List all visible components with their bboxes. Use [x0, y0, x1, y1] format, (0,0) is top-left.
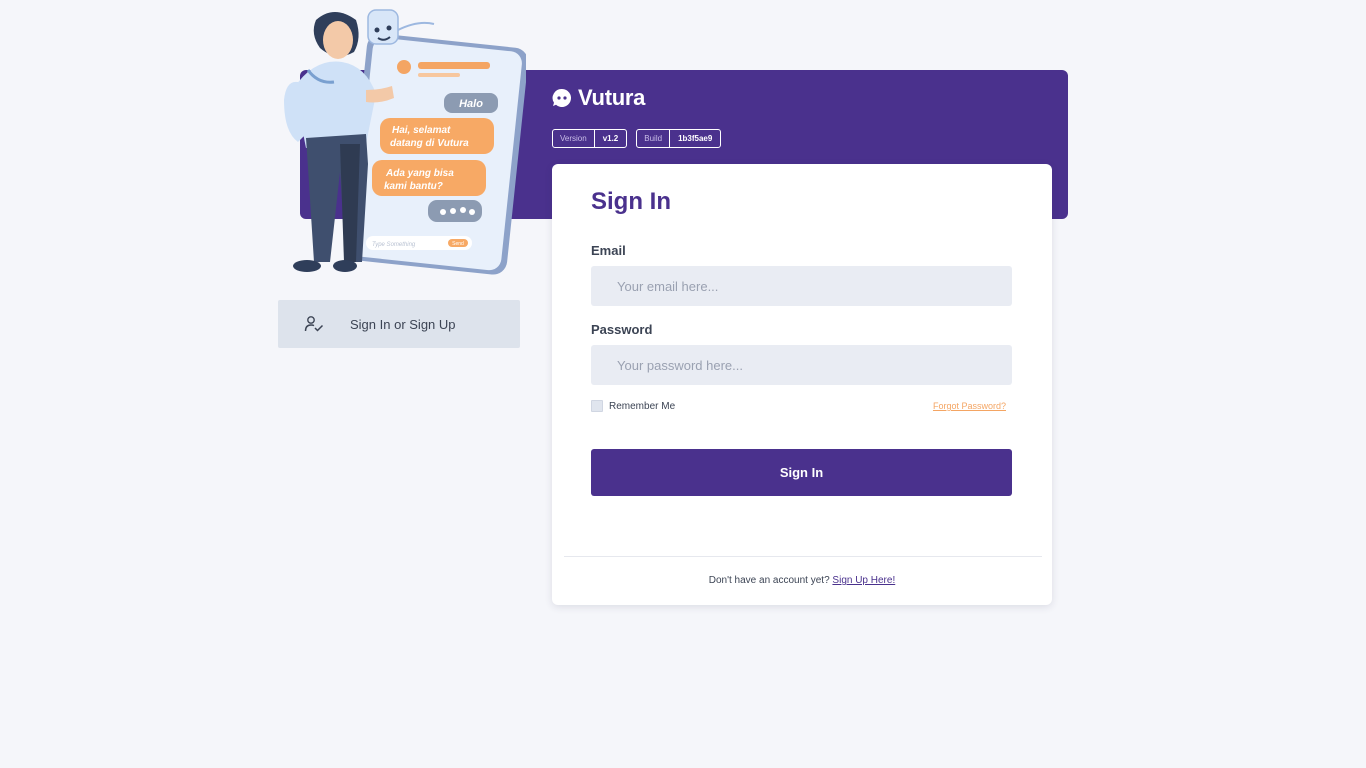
password-field[interactable]	[591, 345, 1012, 385]
version-tags: Version v1.2 Build 1b3f5ae9	[552, 129, 722, 148]
remember-me-label: Remember Me	[609, 400, 676, 412]
sign-up-link[interactable]: Sign Up Here!	[832, 575, 895, 586]
version-tag: Version v1.2	[552, 129, 628, 148]
bubble-greeting-line1: Hai, selamat	[392, 125, 451, 136]
version-value: v1.2	[602, 134, 619, 143]
page-title: Sign In	[591, 188, 671, 215]
build-tag: Build 1b3f5ae9	[636, 129, 722, 148]
bubble-greeting-line2: datang di Vutura	[390, 138, 469, 149]
forgot-password-link[interactable]: Forgot Password?	[933, 401, 1006, 411]
build-value: 1b3f5ae9	[678, 134, 713, 143]
user-check-icon	[304, 316, 324, 332]
build-key: Build	[637, 130, 671, 147]
bubble-help-line2: kami bantu?	[384, 181, 443, 192]
chat-input-placeholder: Type Something	[372, 242, 416, 248]
version-key: Version	[553, 130, 595, 147]
email-field[interactable]	[591, 266, 1012, 306]
sign-in-or-sign-up-nav[interactable]: Sign In or Sign Up	[278, 300, 520, 348]
password-label: Password	[591, 322, 653, 337]
sign-in-button[interactable]: Sign In	[591, 449, 1012, 496]
chat-bot-icon	[552, 88, 572, 107]
sign-in-or-sign-up-label: Sign In or Sign Up	[350, 316, 456, 332]
remember-me[interactable]: Remember Me	[591, 400, 675, 412]
signup-prompt: Don't have an account yet? Sign Up Here!	[552, 575, 1052, 586]
bubble-help-line1: Ada yang bisa	[385, 168, 454, 179]
chatbot-illustration: Halo Hai, selamat datang di Vutura Ada y…	[284, 9, 526, 275]
sign-in-card: Sign In Email Password Remember Me Forgo…	[552, 164, 1052, 605]
bubble-halo: Halo	[459, 98, 483, 110]
divider	[564, 556, 1042, 557]
signup-prompt-text: Don't have an account yet?	[708, 575, 830, 586]
chat-send-label: Send	[452, 241, 464, 247]
remember-me-checkbox[interactable]	[591, 400, 603, 412]
brand: Vutura	[552, 85, 645, 111]
brand-name: Vutura	[578, 85, 646, 110]
email-label: Email	[591, 243, 626, 258]
